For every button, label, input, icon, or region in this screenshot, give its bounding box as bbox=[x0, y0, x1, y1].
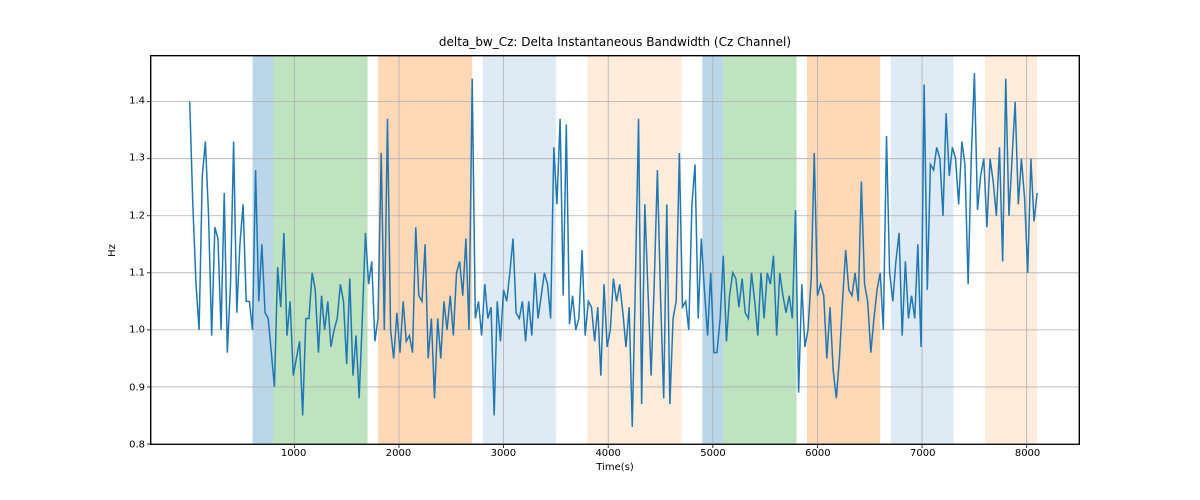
y-tick-label: 1.0 bbox=[115, 325, 145, 336]
chart-title: delta_bw_Cz: Delta Instantaneous Bandwid… bbox=[150, 35, 1080, 49]
figure: delta_bw_Cz: Delta Instantaneous Bandwid… bbox=[0, 0, 1200, 500]
y-tick-label: 1.3 bbox=[115, 153, 145, 164]
x-tick-label: 2000 bbox=[386, 448, 411, 459]
highlight-band bbox=[252, 56, 273, 444]
x-axis-label: Time(s) bbox=[150, 462, 1080, 473]
x-tick-label: 1000 bbox=[281, 448, 306, 459]
y-tick-label: 0.8 bbox=[115, 440, 145, 451]
y-tick-label: 1.2 bbox=[115, 210, 145, 221]
highlight-band bbox=[985, 56, 1037, 444]
axes bbox=[150, 55, 1080, 445]
y-tick-label: 1.1 bbox=[115, 267, 145, 278]
y-tick-label: 1.4 bbox=[115, 95, 145, 106]
highlight-band bbox=[807, 56, 880, 444]
x-tick-label: 3000 bbox=[491, 448, 516, 459]
y-tick-label: 0.9 bbox=[115, 382, 145, 393]
highlight-band bbox=[723, 56, 796, 444]
x-tick-label: 4000 bbox=[595, 448, 620, 459]
x-tick-label: 8000 bbox=[1015, 448, 1040, 459]
x-tick-label: 6000 bbox=[805, 448, 830, 459]
highlight-band bbox=[273, 56, 367, 444]
x-tick-label: 7000 bbox=[910, 448, 935, 459]
x-tick-label: 5000 bbox=[700, 448, 725, 459]
plot-svg bbox=[151, 56, 1079, 444]
